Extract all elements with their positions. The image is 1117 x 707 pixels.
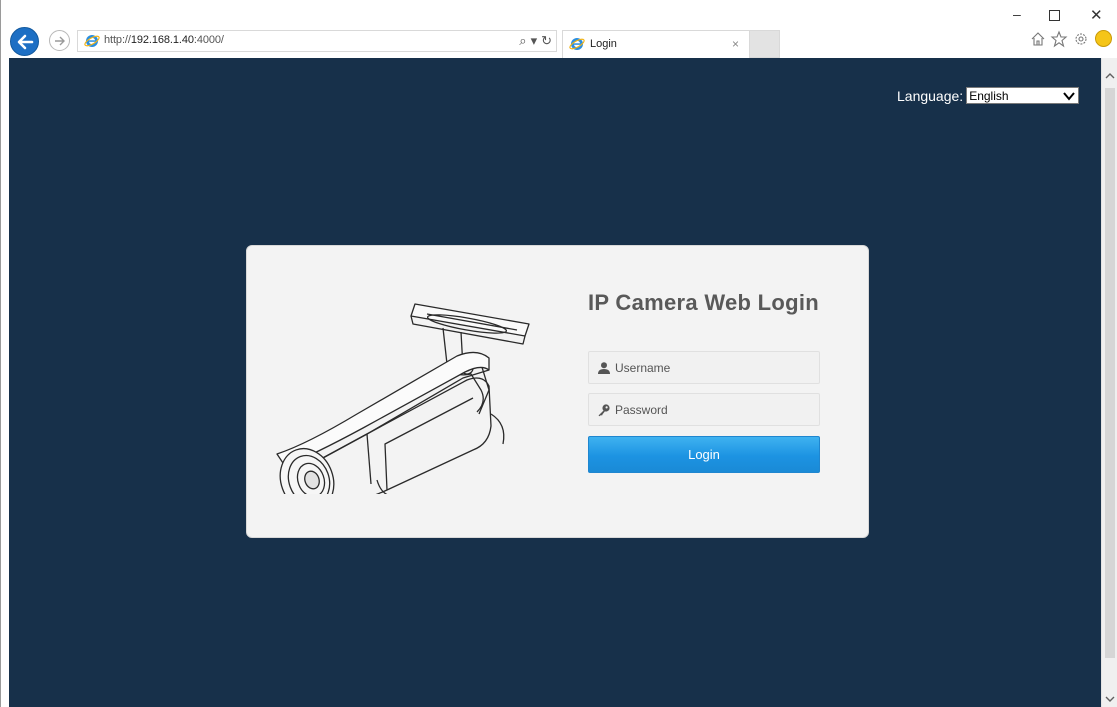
username-input[interactable]	[615, 352, 815, 383]
ip-camera-illustration	[276, 303, 530, 494]
login-card: IP Camera Web Login Login	[246, 245, 869, 538]
tab-title: Login	[590, 38, 617, 50]
address-tools: ⌕ ▾ ↻	[515, 33, 552, 49]
scroll-up-icon[interactable]	[1104, 70, 1116, 82]
forward-button[interactable]	[49, 30, 70, 51]
scroll-thumb[interactable]	[1105, 88, 1115, 658]
back-button[interactable]	[10, 27, 39, 56]
back-icon	[17, 34, 34, 50]
favorites-star-icon[interactable]	[1050, 30, 1068, 48]
forward-icon	[55, 36, 65, 46]
address-bar[interactable]: http://192.168.1.40:4000/ ⌕ ▾ ↻	[77, 30, 557, 52]
url-host: 192.168.1.40	[130, 34, 194, 46]
tab-close-icon[interactable]: ×	[732, 37, 739, 51]
language-value: English	[969, 89, 1009, 103]
language-label: Language:	[897, 87, 964, 104]
settings-gear-icon[interactable]	[1072, 30, 1090, 48]
search-icon[interactable]: ⌕	[519, 33, 526, 48]
username-field	[588, 351, 820, 384]
minimize-button[interactable]: –	[1013, 6, 1021, 22]
url-port-path: :4000/	[193, 34, 224, 46]
browser-tab-login[interactable]: Login ×	[562, 30, 750, 58]
dropdown-icon[interactable]: ▾	[531, 33, 538, 48]
url-scheme: http://	[104, 34, 131, 46]
home-icon[interactable]	[1029, 30, 1047, 48]
refresh-icon[interactable]: ↻	[541, 33, 552, 48]
vertical-scrollbar[interactable]	[1101, 58, 1117, 707]
user-icon	[598, 362, 610, 374]
ie-tab-icon	[569, 38, 585, 50]
browser-chrome: http://192.168.1.40:4000/ ⌕ ▾ ↻ Login × – …	[1, 0, 1117, 58]
language-selector: Language: English	[897, 87, 1080, 104]
scroll-down-icon[interactable]	[1104, 693, 1116, 705]
password-input[interactable]	[615, 394, 815, 425]
password-field	[588, 393, 820, 426]
login-title: IP Camera Web Login	[588, 290, 820, 315]
new-tab-button[interactable]	[750, 30, 780, 58]
close-window-button[interactable]: ✕	[1090, 6, 1103, 24]
feedback-smiley-icon[interactable]	[1095, 30, 1112, 47]
address-url: http://192.168.1.40:4000/	[104, 34, 224, 46]
chevron-down-icon	[1063, 92, 1075, 101]
key-icon	[598, 404, 610, 417]
language-select[interactable]: English	[966, 87, 1080, 104]
ie-page-icon	[84, 35, 100, 47]
login-button[interactable]: Login	[588, 436, 820, 473]
browser-window: http://192.168.1.40:4000/ ⌕ ▾ ↻ Login × – …	[0, 0, 1117, 707]
maximize-button[interactable]	[1049, 10, 1060, 21]
